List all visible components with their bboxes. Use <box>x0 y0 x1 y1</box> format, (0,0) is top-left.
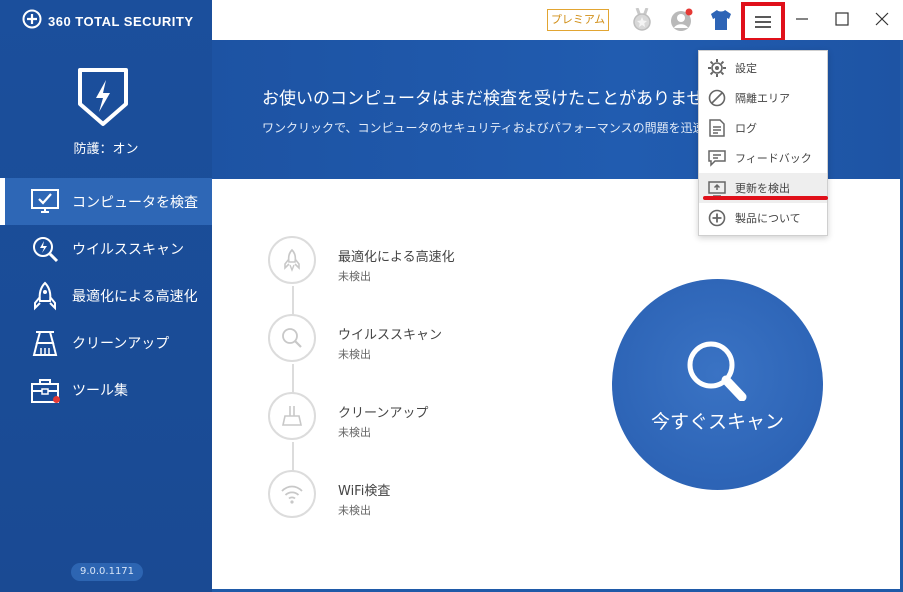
menu-item-about[interactable]: 製品について <box>699 203 827 233</box>
account-icon[interactable] <box>670 8 694 32</box>
broom-icon <box>268 392 316 440</box>
plus-circle-icon <box>707 208 727 228</box>
sidebar: 360 TOTAL SECURITY 防護：オン コンピュータを検査 ウイルスス… <box>0 0 212 592</box>
sidebar-item-virus-scan[interactable]: ウイルススキャン <box>0 225 212 272</box>
step-status: 未検出 <box>338 270 371 283</box>
sidebar-item-label: ツール集 <box>72 382 128 399</box>
broom-icon <box>30 328 60 358</box>
feedback-icon <box>707 148 727 168</box>
sidebar-item-cleanup[interactable]: クリーンアップ <box>0 319 212 366</box>
app-window: 360 TOTAL SECURITY 防護：オン コンピュータを検査 ウイルスス… <box>0 0 903 592</box>
close-button[interactable] <box>868 6 896 34</box>
ban-icon <box>707 88 727 108</box>
menu-item-label: ログ <box>735 122 757 135</box>
step-status: 未検出 <box>338 348 371 361</box>
main-menu-button[interactable] <box>741 2 785 42</box>
menu-item-label: 設定 <box>735 62 757 75</box>
maximize-button[interactable] <box>828 6 856 34</box>
version-badge: 9.0.0.1171 <box>71 563 143 581</box>
maximize-icon <box>835 11 849 30</box>
sidebar-item-label: コンピュータを検査 <box>72 194 198 211</box>
gear-icon <box>707 58 727 78</box>
toolbox-icon <box>30 375 60 405</box>
highlight-underline <box>703 196 828 200</box>
minimize-button[interactable] <box>788 6 816 34</box>
step-title: 最適化による高速化 <box>338 250 455 265</box>
virus-scan-icon <box>30 234 60 264</box>
protection-status: 防護：オン <box>73 142 139 157</box>
banner-title: お使いのコンピュータはまだ検査を受けたことがありません <box>262 89 721 109</box>
sidebar-nav: コンピュータを検査 ウイルススキャン 最適化による高速化 クリーンアップ ツール… <box>0 178 212 413</box>
rocket-icon <box>30 281 60 311</box>
scan-now-button[interactable]: 今すぐスキャン <box>612 279 823 490</box>
menu-item-label: 製品について <box>735 212 801 225</box>
update-icon <box>707 178 727 198</box>
sidebar-item-tools[interactable]: ツール集 <box>0 366 212 413</box>
minimize-icon <box>795 11 809 30</box>
medal-icon[interactable] <box>630 8 654 32</box>
sidebar-item-pc-check[interactable]: コンピュータを検査 <box>0 178 212 225</box>
wifi-icon <box>268 470 316 518</box>
step-title: クリーンアップ <box>338 406 429 421</box>
notification-dot <box>53 395 60 403</box>
step-status: 未検出 <box>338 504 371 517</box>
step-title: WiFi検査 <box>338 484 391 499</box>
document-icon <box>707 118 727 138</box>
skin-shirt-icon[interactable] <box>709 8 733 32</box>
menu-item-quarantine[interactable]: 隔離エリア <box>699 83 827 113</box>
magnifier-icon <box>682 339 752 405</box>
monitor-check-icon <box>30 187 60 217</box>
step-wifi: WiFi検査 未検出 <box>266 470 566 530</box>
sidebar-item-label: ウイルススキャン <box>72 241 184 258</box>
menu-item-settings[interactable]: 設定 <box>699 53 827 83</box>
brand-logo-icon <box>22 9 42 33</box>
brand: 360 TOTAL SECURITY <box>22 9 194 33</box>
sidebar-item-label: 最適化による高速化 <box>72 288 198 305</box>
sidebar-item-label: クリーンアップ <box>72 335 170 352</box>
menu-item-label: 更新を検出 <box>735 182 790 195</box>
step-cleanup: クリーンアップ 未検出 <box>266 392 566 452</box>
menu-item-label: 隔離エリア <box>735 92 790 105</box>
close-icon <box>875 11 889 30</box>
step-speedup: 最適化による高速化 未検出 <box>266 236 566 296</box>
scan-now-label: 今すぐスキャン <box>650 411 784 433</box>
step-virus-scan: ウイルススキャン 未検出 <box>266 314 566 374</box>
step-status: 未検出 <box>338 426 371 439</box>
menu-item-feedback[interactable]: フィードバック <box>699 143 827 173</box>
premium-button[interactable]: プレミアム <box>547 9 609 31</box>
menu-item-label: フィードバック <box>735 152 812 165</box>
brand-name: 360 TOTAL SECURITY <box>48 13 194 29</box>
title-bar: プレミアム <box>212 0 903 42</box>
step-title: ウイルススキャン <box>338 328 443 343</box>
shield-icon <box>72 66 134 128</box>
rocket-icon <box>268 236 316 284</box>
hamburger-icon <box>755 13 771 32</box>
menu-item-log[interactable]: ログ <box>699 113 827 143</box>
sidebar-item-speedup[interactable]: 最適化による高速化 <box>0 272 212 319</box>
search-icon <box>268 314 316 362</box>
main-menu-dropdown: 設定 隔離エリア ログ フィードバック 更新を検出 製品について <box>698 50 828 236</box>
